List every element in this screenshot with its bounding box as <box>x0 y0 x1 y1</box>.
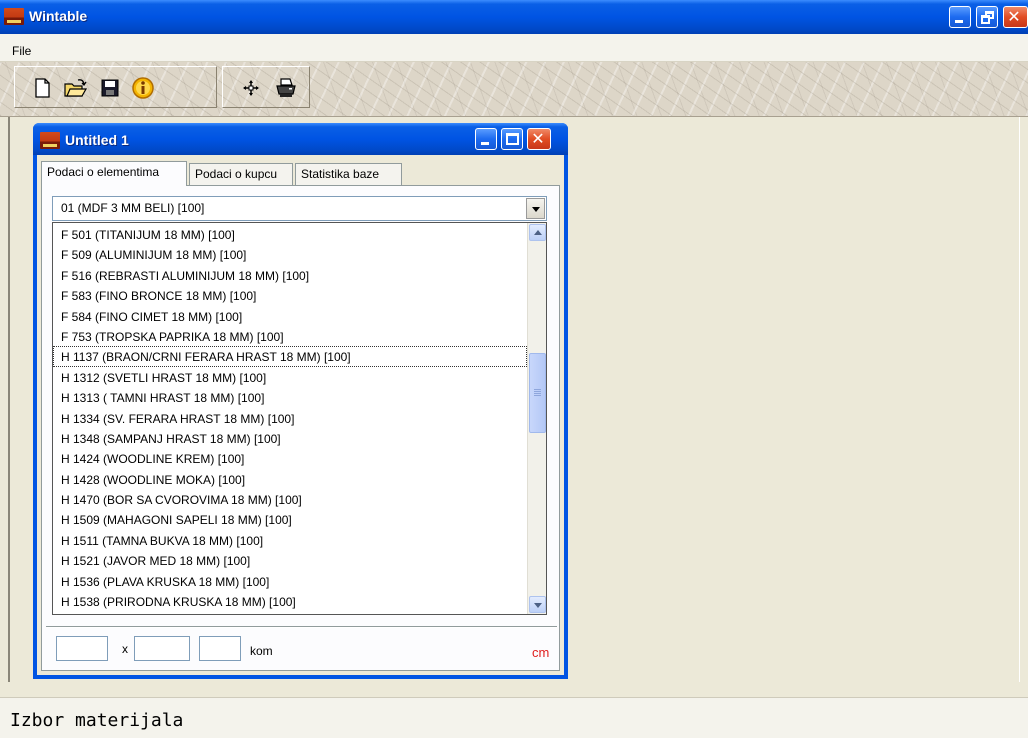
menu-file[interactable]: File <box>12 44 31 58</box>
window-title: Wintable <box>29 8 88 24</box>
quantity-unit-label: kom <box>250 644 273 658</box>
dropdown-item[interactable]: H 1521 (JAVOR MED 18 MM) [100] <box>53 550 527 570</box>
save-disk-icon[interactable] <box>97 75 123 101</box>
status-bar: Izbor materijala <box>0 697 1028 738</box>
minimize-button[interactable] <box>949 6 971 28</box>
child-app-icon[interactable] <box>40 132 60 149</box>
combo-selected-value: 01 (MDF 3 MM BELI) [100] <box>61 201 205 215</box>
child-close-button[interactable]: ✕ <box>527 128 551 150</box>
width-input[interactable] <box>56 636 108 661</box>
status-text: Izbor materijala <box>10 710 184 731</box>
dropdown-item[interactable]: H 1334 (SV. FERARA HRAST 18 MM) [100] <box>53 408 527 428</box>
minimize-icon <box>481 142 489 145</box>
dropdown-item[interactable]: H 1313 ( TAMNI HRAST 18 MM) [100] <box>53 387 527 407</box>
restore-icon-front <box>981 15 990 24</box>
child-titlebar[interactable]: Untitled 1 ✕ <box>33 123 568 155</box>
close-button[interactable]: ✕ <box>1003 6 1028 28</box>
tab-podaci-o-kupcu[interactable]: Podaci o kupcu <box>189 163 293 185</box>
dropdown-item[interactable]: F 516 (REBRASTI ALUMINIJUM 18 MM) [100] <box>53 265 527 285</box>
tab-podaci-o-elementima[interactable]: Podaci o elementima <box>41 161 187 186</box>
dropdown-item[interactable]: H 1511 (TAMNA BUKVA 18 MM) [100] <box>53 530 527 550</box>
times-label: x <box>122 642 128 656</box>
material-dropdown-list[interactable]: F 501 (TITANIJUM 18 MM) [100] F 509 (ALUM… <box>52 222 547 615</box>
scroll-thumb[interactable] <box>529 353 546 433</box>
child-window: Untitled 1 ✕ Podaci o elementima Podaci … <box>33 123 568 679</box>
material-combobox[interactable]: 01 (MDF 3 MM BELI) [100] <box>52 196 547 221</box>
info-icon[interactable] <box>130 75 156 101</box>
dropdown-item[interactable]: F 501 (TITANIJUM 18 MM) [100] <box>53 224 527 244</box>
child-minimize-button[interactable] <box>475 128 497 150</box>
dropdown-item[interactable]: F 509 (ALUMINIJUM 18 MM) [100] <box>53 244 527 264</box>
dropdown-item[interactable]: H 1137 (BRAON/CRNI FERARA HRAST 18 MM) [… <box>53 346 527 367</box>
dimension-row: x kom cm <box>46 626 557 668</box>
app-icon[interactable] <box>4 8 24 25</box>
quantity-input[interactable] <box>199 636 241 661</box>
dropdown-item[interactable]: H 1348 (SAMPANJ HRAST 18 MM) [100] <box>53 428 527 448</box>
toolbar <box>0 62 1028 117</box>
dropdown-item[interactable]: F 583 (FINO BRONCE 18 MM) [100] <box>53 285 527 305</box>
unit-label: cm <box>532 645 550 660</box>
dropdown-item[interactable]: H 1509 (MAHAGONI SAPELI 18 MM) [100] <box>53 509 527 529</box>
dropdown-item[interactable]: H 1536 (PLAVA KRUSKA 18 MM) [100] <box>53 571 527 591</box>
minimize-icon <box>955 20 963 23</box>
move-cross-icon[interactable] <box>238 75 264 101</box>
main-titlebar[interactable]: Wintable ✕ <box>0 0 1028 34</box>
dropdown-item[interactable]: H 1428 (WOODLINE MOKA) [100] <box>53 469 527 489</box>
combo-dropdown-button[interactable] <box>526 198 545 219</box>
toolbar-group-file <box>14 66 217 108</box>
new-document-icon[interactable] <box>29 75 55 101</box>
child-window-title: Untitled 1 <box>65 132 129 148</box>
child-maximize-button[interactable] <box>501 128 523 150</box>
dropdown-items: F 501 (TITANIJUM 18 MM) [100] F 509 (ALUM… <box>53 224 527 611</box>
dropdown-item[interactable]: H 1538 (PRIRODNA KRUSKA 18 MM) [100] <box>53 591 527 611</box>
maximize-icon <box>506 133 519 145</box>
dropdown-item[interactable]: H 1312 (SVETLI HRAST 18 MM) [100] <box>53 367 527 387</box>
height-input[interactable] <box>134 636 190 661</box>
dropdown-scrollbar[interactable] <box>527 223 546 614</box>
restore-button[interactable] <box>976 6 998 28</box>
toolbar-group-edit <box>222 66 310 108</box>
separator <box>46 626 557 628</box>
dropdown-item[interactable]: F 584 (FINO CIMET 18 MM) [100] <box>53 306 527 326</box>
open-folder-icon[interactable] <box>62 75 88 101</box>
menu-bar: File <box>0 34 1028 62</box>
dropdown-item[interactable]: H 1470 (BOR SA CVOROVIMA 18 MM) [100] <box>53 489 527 509</box>
tab-statistika-baze[interactable]: Statistika baze <box>295 163 402 185</box>
close-icon: ✕ <box>531 129 545 148</box>
dropdown-item[interactable]: F 753 (TROPSKA PAPRIKA 18 MM) [100] <box>53 326 527 346</box>
child-body: Podaci o elementima Podaci o kupcu Stati… <box>37 155 564 675</box>
scroll-up-button[interactable] <box>529 224 546 241</box>
dropdown-item[interactable]: H 1424 (WOODLINE KREM) [100] <box>53 448 527 468</box>
tab-panel-elementi: 01 (MDF 3 MM BELI) [100] F 501 (TITANIJU… <box>41 185 560 671</box>
scroll-down-button[interactable] <box>529 596 546 613</box>
close-icon: ✕ <box>1007 7 1021 26</box>
printer-icon[interactable] <box>273 75 299 101</box>
